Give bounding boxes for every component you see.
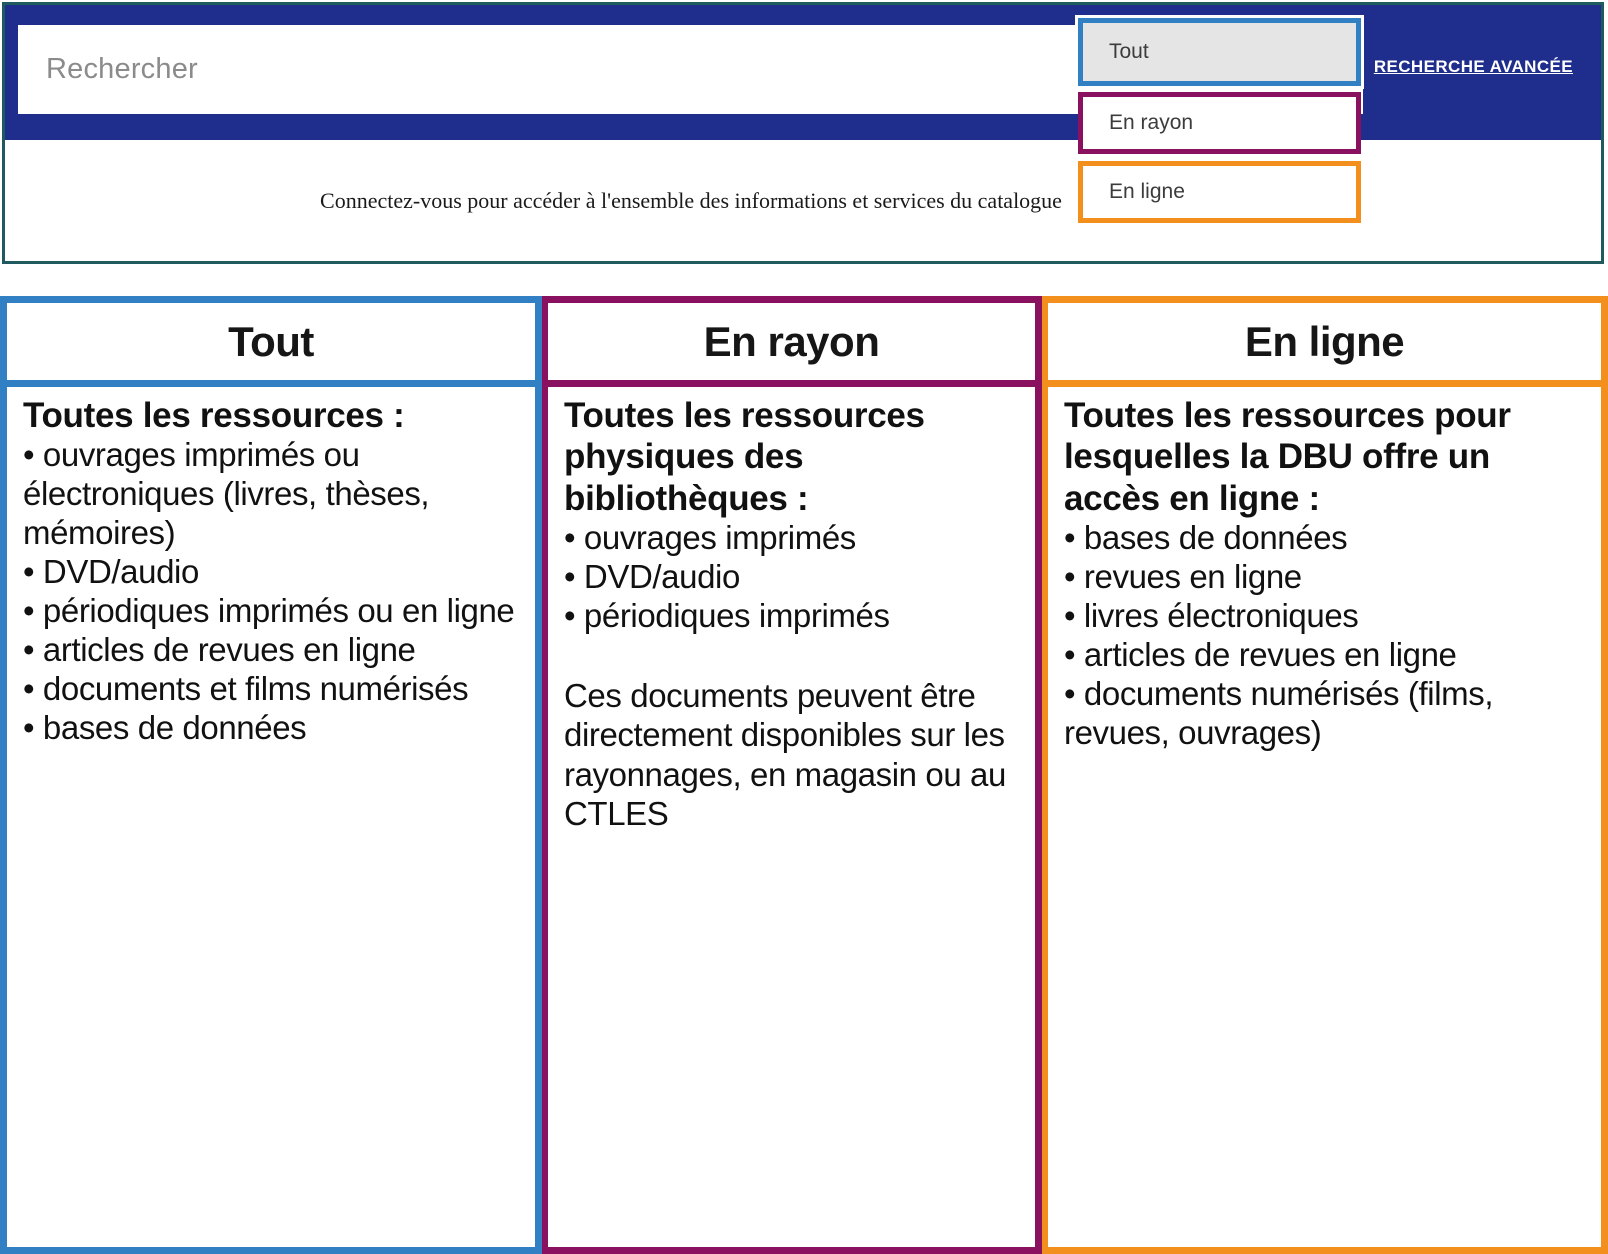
list-item: • revues en ligne (1064, 557, 1302, 595)
dropdown-item-en-rayon[interactable]: En rayon (1078, 92, 1361, 154)
connect-row: Connectez-vous pour accéder à l'ensemble… (320, 186, 1106, 216)
column-en-rayon: En rayon Toutes les ressources physiques… (542, 296, 1042, 1254)
column-en-ligne-list: • bases de données • revues en ligne • l… (1064, 519, 1589, 753)
column-tout: Tout Toutes les ressources : • ouvrages … (0, 296, 542, 1254)
scope-comparison-table: Tout Toutes les ressources : • ouvrages … (0, 296, 1608, 1254)
dropdown-item-en-rayon-label: En rayon (1109, 111, 1194, 134)
scope-dropdown[interactable]: Tout En rayon En ligne (1075, 15, 1364, 247)
connect-banner: Connectez-vous pour accéder à l'ensemble… (5, 140, 1601, 261)
column-en-rayon-body: Toutes les ressources physiques des bibl… (548, 387, 1035, 1247)
column-en-ligne: En ligne Toutes les ressources pour lesq… (1042, 296, 1608, 1254)
list-item: • documents et films numérisés (23, 669, 469, 707)
column-en-rayon-list: • ouvrages imprimés • DVD/audio • périod… (564, 519, 1023, 636)
column-en-rayon-header: En rayon (548, 303, 1035, 387)
catalog-search-panel: Rechercher RECHERCHE AVANCÉE Connectez-v… (2, 2, 1604, 264)
column-tout-body: Toutes les ressources : • ouvrages impri… (7, 387, 535, 1247)
dropdown-item-tout-label: Tout (1109, 40, 1149, 63)
column-en-rayon-note: Ces documents peuvent être directement d… (564, 676, 1006, 833)
search-input-placeholder: Rechercher (46, 53, 198, 85)
column-tout-header: Tout (7, 303, 535, 387)
column-en-rayon-title: En rayon (703, 317, 880, 365)
column-tout-title: Tout (228, 317, 314, 365)
list-item: • articles de revues en ligne (23, 630, 416, 668)
column-en-ligne-body: Toutes les ressources pour lesquelles la… (1048, 387, 1601, 1247)
search-bar: Rechercher RECHERCHE AVANCÉE (5, 5, 1601, 140)
list-item: • bases de données (23, 708, 307, 746)
list-item: • livres électroniques (1064, 596, 1359, 634)
advanced-search-link[interactable]: RECHERCHE AVANCÉE (1374, 57, 1573, 77)
list-item: • ouvrages imprimés ou électroniques (li… (23, 436, 430, 552)
column-en-rayon-lead: Toutes les ressources physiques des bibl… (564, 396, 925, 518)
column-tout-list: • ouvrages imprimés ou électroniques (li… (23, 436, 523, 748)
list-item: • DVD/audio (564, 557, 740, 595)
list-item: • périodiques imprimés ou en ligne (23, 592, 515, 630)
column-en-ligne-title: En ligne (1244, 317, 1405, 365)
column-en-ligne-header: En ligne (1048, 303, 1601, 387)
dropdown-item-tout[interactable]: Tout (1075, 15, 1364, 89)
page-root: Rechercher RECHERCHE AVANCÉE Connectez-v… (0, 0, 1608, 1254)
list-item: • articles de revues en ligne (1064, 635, 1457, 673)
list-item: • ouvrages imprimés (564, 518, 856, 556)
dropdown-item-en-ligne-label: En ligne (1109, 180, 1185, 203)
list-item: • documents numérisés (films, revues, ou… (1064, 674, 1494, 751)
list-item: • bases de données (1064, 518, 1348, 556)
column-en-ligne-lead: Toutes les ressources pour lesquelles la… (1064, 396, 1511, 518)
list-item: • périodiques imprimés (564, 596, 890, 634)
dropdown-item-en-ligne[interactable]: En ligne (1078, 161, 1361, 223)
column-tout-lead: Toutes les ressources : (23, 396, 405, 435)
list-item: • DVD/audio (23, 553, 199, 591)
connect-message: Connectez-vous pour accéder à l'ensemble… (320, 188, 1062, 213)
